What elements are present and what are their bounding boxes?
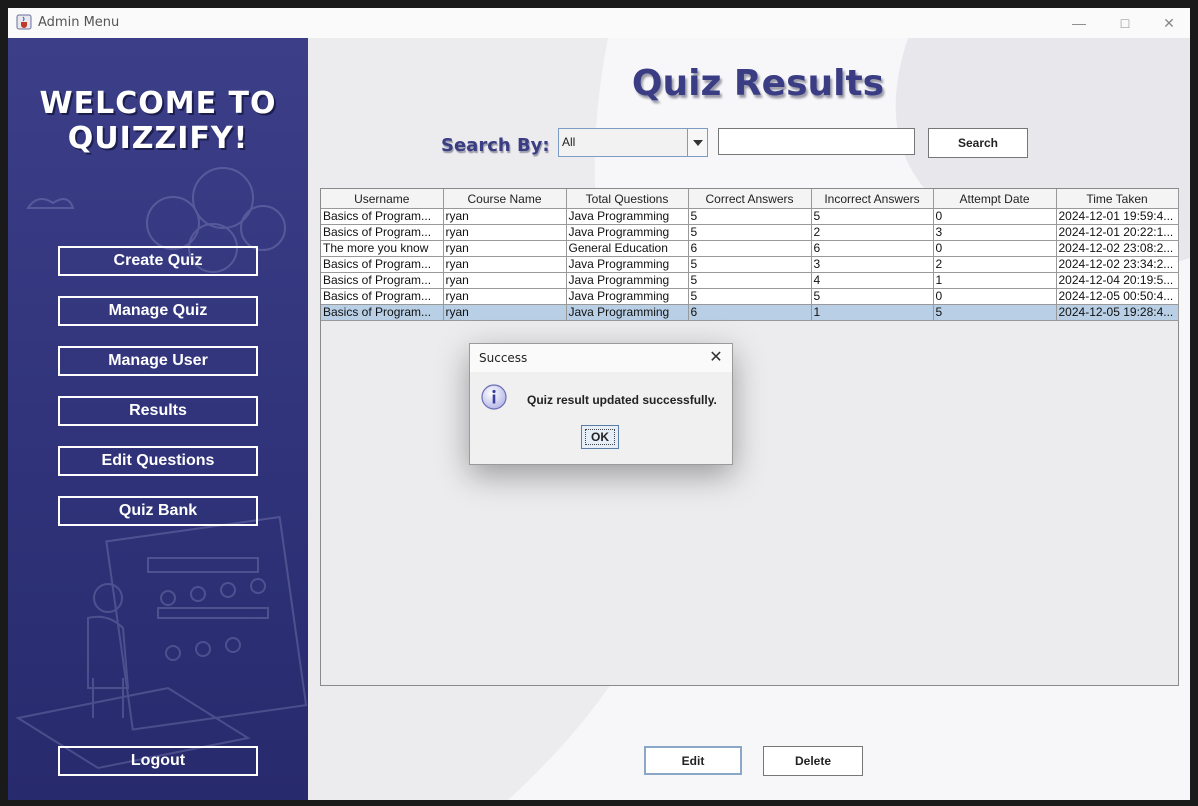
table-row[interactable]: Basics of Program... ryan Java Programmi…	[321, 224, 1179, 241]
table-cell: 5	[688, 224, 812, 241]
ok-button-label: OK	[585, 429, 615, 445]
main-panel: Quiz Results Search By: All Search Usern…	[308, 38, 1190, 800]
manage-quiz-button[interactable]: Manage Quiz	[58, 296, 258, 326]
logout-button[interactable]: Logout	[58, 746, 258, 776]
table-cell: 3	[811, 256, 934, 273]
column-header[interactable]: Attempt Date	[933, 189, 1057, 209]
dialog-title: Success	[479, 351, 528, 365]
close-window-button[interactable]: ✕	[1146, 8, 1190, 38]
table-cell: ryan	[443, 240, 567, 257]
table-cell: 4	[811, 272, 934, 289]
table-cell: 1	[811, 304, 934, 321]
table-cell: Java Programming	[566, 224, 689, 241]
table-cell: 5	[811, 208, 934, 225]
table-row[interactable]: Basics of Program... ryan Java Programmi…	[321, 208, 1179, 225]
sidebar: WELCOME TO QUIZZIFY! Create Quiz Manage …	[8, 38, 308, 800]
table-cell: Basics of Program...	[321, 224, 444, 241]
java-cup-icon	[16, 14, 32, 30]
table-cell: 5	[811, 288, 934, 305]
table-row-selected[interactable]: Basics of Program... ryan Java Programmi…	[321, 304, 1179, 321]
table-cell: 2024-12-02 23:34:2...	[1056, 256, 1179, 273]
column-header[interactable]: Username	[321, 189, 444, 209]
column-header[interactable]: Time Taken	[1056, 189, 1179, 209]
table-cell: 2024-12-01 19:59:4...	[1056, 208, 1179, 225]
info-icon	[481, 384, 507, 410]
table-cell: 5	[688, 256, 812, 273]
search-by-label: Search By:	[441, 135, 550, 156]
table-row[interactable]: Basics of Program... ryan Java Programmi…	[321, 288, 1179, 305]
chevron-down-icon[interactable]	[687, 129, 707, 156]
table-cell: ryan	[443, 208, 567, 225]
table-row[interactable]: The more you know ryan General Education…	[321, 240, 1179, 257]
table-cell: Basics of Program...	[321, 288, 444, 305]
table-cell: Java Programming	[566, 272, 689, 289]
search-button[interactable]: Search	[928, 128, 1028, 158]
search-input[interactable]	[718, 128, 915, 155]
table-cell: Basics of Program...	[321, 256, 444, 273]
page-title: Quiz Results	[631, 63, 885, 104]
table-cell: 5	[688, 288, 812, 305]
table-cell: 6	[811, 240, 934, 257]
column-header[interactable]: Total Questions	[566, 189, 689, 209]
table-cell: 2024-12-02 23:08:2...	[1056, 240, 1179, 257]
results-button[interactable]: Results	[58, 396, 258, 426]
table-cell: 0	[933, 208, 1057, 225]
table-cell: 0	[933, 240, 1057, 257]
manage-user-button[interactable]: Manage User	[58, 346, 258, 376]
table-cell: ryan	[443, 288, 567, 305]
table-cell: 2024-12-01 20:22:1...	[1056, 224, 1179, 241]
table-cell: ryan	[443, 272, 567, 289]
delete-button[interactable]: Delete	[763, 746, 863, 776]
results-table: Username Course Name Total Questions Cor…	[320, 188, 1179, 686]
table-cell: 5	[688, 272, 812, 289]
table-cell: Java Programming	[566, 304, 689, 321]
close-icon[interactable]: ✕	[706, 347, 726, 369]
table-cell: ryan	[443, 224, 567, 241]
edit-button[interactable]: Edit	[644, 746, 742, 775]
table-cell: 2024-12-04 20:19:5...	[1056, 272, 1179, 289]
ok-button[interactable]: OK	[581, 425, 619, 449]
table-cell: 6	[688, 304, 812, 321]
table-cell: The more you know	[321, 240, 444, 257]
column-header[interactable]: Incorrect Answers	[811, 189, 934, 209]
table-cell: 2024-12-05 19:28:4...	[1056, 304, 1179, 321]
table-cell: Java Programming	[566, 256, 689, 273]
table-cell: 2	[811, 224, 934, 241]
table-cell: 5	[688, 208, 812, 225]
table-cell: ryan	[443, 256, 567, 273]
welcome-heading-line1: WELCOME TO	[39, 86, 277, 121]
table-cell: General Education	[566, 240, 689, 257]
create-quiz-button[interactable]: Create Quiz	[58, 246, 258, 276]
table-cell: 3	[933, 224, 1057, 241]
table-cell: Java Programming	[566, 208, 689, 225]
table-cell: 6	[688, 240, 812, 257]
table-row[interactable]: Basics of Program... ryan Java Programmi…	[321, 256, 1179, 273]
search-by-selected: All	[562, 135, 576, 149]
edit-questions-button[interactable]: Edit Questions	[58, 446, 258, 476]
table-cell: 5	[933, 304, 1057, 321]
table-cell: 1	[933, 272, 1057, 289]
dialog-title-bar: Success ✕	[470, 344, 732, 372]
minimize-button[interactable]: —	[1056, 8, 1102, 38]
quiz-bank-button[interactable]: Quiz Bank	[58, 496, 258, 526]
window-title: Admin Menu	[38, 15, 120, 30]
maximize-button[interactable]: □	[1102, 8, 1148, 38]
table-header: Username Course Name Total Questions Cor…	[321, 189, 1179, 209]
search-by-dropdown[interactable]: All	[558, 128, 708, 157]
column-header[interactable]: Course Name	[443, 189, 567, 209]
table-cell: Basics of Program...	[321, 208, 444, 225]
table-cell: 2	[933, 256, 1057, 273]
table-cell: ryan	[443, 304, 567, 321]
dialog-message: Quiz result updated successfully.	[527, 393, 717, 407]
table-cell: 0	[933, 288, 1057, 305]
table-cell: 2024-12-05 00:50:4...	[1056, 288, 1179, 305]
table-cell: Basics of Program...	[321, 304, 444, 321]
column-header[interactable]: Correct Answers	[688, 189, 812, 209]
table-cell: Basics of Program...	[321, 272, 444, 289]
table-row[interactable]: Basics of Program... ryan Java Programmi…	[321, 272, 1179, 289]
title-bar: Admin Menu — □ ✕	[8, 8, 1190, 38]
table-cell: Java Programming	[566, 288, 689, 305]
success-dialog: Success ✕ Quiz result updated successful…	[469, 343, 733, 465]
welcome-heading-line2: QUIZZIFY!	[67, 121, 249, 156]
